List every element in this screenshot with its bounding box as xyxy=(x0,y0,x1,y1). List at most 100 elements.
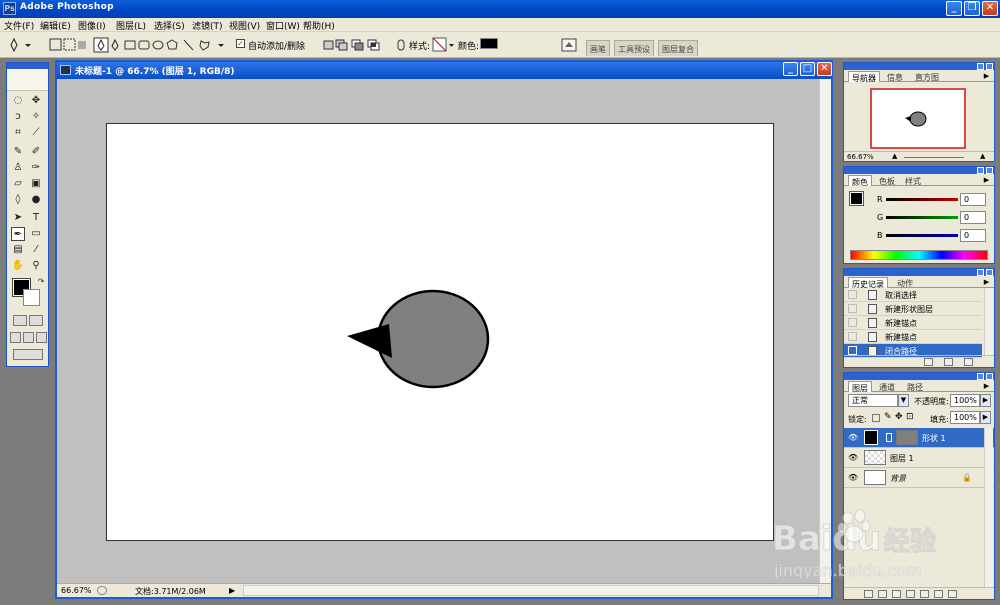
tab-channels[interactable]: 通道 xyxy=(876,381,898,392)
new-document-from-state-icon[interactable] xyxy=(924,358,933,366)
doc-close-icon[interactable]: ✕ xyxy=(817,62,832,76)
tab-paths[interactable]: 路径 xyxy=(904,381,926,392)
blur-tool-icon[interactable]: ◊ xyxy=(11,193,25,207)
zoom-out-icon[interactable]: ▲ xyxy=(892,152,897,160)
history-item[interactable]: 取消选择 xyxy=(844,288,982,302)
delete-state-icon[interactable] xyxy=(964,358,973,366)
history-snapshot-checkbox[interactable] xyxy=(848,304,857,313)
history-snapshot-checkbox[interactable] xyxy=(848,290,857,299)
color-swatch[interactable] xyxy=(480,38,498,49)
palette-menu-icon[interactable]: ▶ xyxy=(982,278,991,286)
delete-layer-icon[interactable] xyxy=(948,590,957,598)
channel-b-slider[interactable] xyxy=(886,234,958,237)
shape-tools-icons[interactable] xyxy=(93,37,233,53)
tab-history[interactable]: 历史记录 xyxy=(848,277,888,289)
adjustment-layer-icon[interactable] xyxy=(906,590,915,598)
lasso-tool-icon[interactable]: ↄ xyxy=(11,110,25,124)
type-tool-icon[interactable]: T xyxy=(29,211,43,225)
shape-artwork[interactable] xyxy=(107,124,775,542)
palette-header[interactable] xyxy=(844,167,994,174)
lock-transparency-icon[interactable] xyxy=(872,414,880,422)
layer-row-shape-1[interactable]: 👁 形状 1 xyxy=(844,428,994,448)
move-tool-icon[interactable]: ✥ xyxy=(29,94,43,108)
fill-arrow-icon[interactable]: ▶ xyxy=(980,411,991,424)
palette-close-icon[interactable] xyxy=(986,63,993,70)
menu-select[interactable]: 选择(S) xyxy=(154,19,185,32)
dodge-tool-icon[interactable]: ● xyxy=(29,193,43,207)
palette-minimize-icon[interactable] xyxy=(977,167,984,174)
canvas-area[interactable] xyxy=(57,79,819,583)
lock-all-icon[interactable]: ⊡ xyxy=(906,412,914,422)
marquee-tool-icon[interactable]: ◌ xyxy=(11,94,25,108)
eraser-tool-icon[interactable]: ▱ xyxy=(11,177,25,191)
layer-row-layer-1[interactable]: 👁 图层 1 xyxy=(844,448,994,468)
doc-maximize-icon[interactable]: □ xyxy=(800,62,815,76)
palette-minimize-icon[interactable] xyxy=(977,373,984,380)
clone-stamp-tool-icon[interactable]: ♙ xyxy=(11,161,25,175)
palette-well-icon[interactable] xyxy=(560,37,580,53)
screen-mode-menu-icon[interactable] xyxy=(23,332,34,343)
zoom-tool-icon[interactable]: ⚲ xyxy=(29,259,43,273)
lock-pixels-icon[interactable]: ✎ xyxy=(884,412,892,422)
palette-minimize-icon[interactable] xyxy=(977,269,984,276)
canvas[interactable] xyxy=(106,123,774,541)
path-selection-tool-icon[interactable]: ➤ xyxy=(11,211,25,225)
link-layers-icon[interactable] xyxy=(864,590,873,598)
blend-mode-select[interactable]: 正常 xyxy=(848,394,898,407)
palette-close-icon[interactable] xyxy=(986,373,993,380)
healing-brush-tool-icon[interactable]: ✎ xyxy=(11,145,25,159)
layer-thumbnail[interactable] xyxy=(864,450,886,465)
photoshop-feather-icon[interactable] xyxy=(7,69,48,91)
palette-close-icon[interactable] xyxy=(986,167,993,174)
tab-actions[interactable]: 动作 xyxy=(894,277,916,288)
pen-tool-preset-icon[interactable] xyxy=(6,37,32,53)
navigator-preview[interactable] xyxy=(870,88,966,149)
lock-position-icon[interactable]: ✥ xyxy=(895,412,903,422)
jump-to-imageready-icon[interactable] xyxy=(13,349,43,360)
blend-mode-arrow-icon[interactable]: ▼ xyxy=(898,394,909,407)
new-group-icon[interactable] xyxy=(920,590,929,598)
palette-menu-icon[interactable]: ▶ xyxy=(982,72,991,80)
zoom-in-icon[interactable]: ▲ xyxy=(980,152,985,160)
notes-tool-icon[interactable]: ▤ xyxy=(11,243,25,257)
layer-row-background[interactable]: 👁 背景 🔒 xyxy=(844,468,994,488)
tab-swatches[interactable]: 色板 xyxy=(876,175,898,186)
status-info-icon[interactable] xyxy=(97,586,107,595)
tab-info[interactable]: 信息 xyxy=(884,71,906,82)
layer-name[interactable]: 背景 xyxy=(890,473,906,484)
history-snapshot-checkbox[interactable] xyxy=(848,318,857,327)
layer-style-icon[interactable] xyxy=(878,590,887,598)
minimize-icon[interactable]: _ xyxy=(946,1,962,16)
style-picker[interactable] xyxy=(432,37,454,53)
tab-histogram[interactable]: 直方图 xyxy=(912,71,942,82)
menu-view[interactable]: 视图(V) xyxy=(229,19,260,32)
history-item[interactable]: 新建锚点 xyxy=(844,316,982,330)
layer-name[interactable]: 图层 1 xyxy=(890,453,914,464)
eyedropper-tool-icon[interactable]: ⁄ xyxy=(29,243,43,257)
auto-add-delete-checkbox[interactable]: ✓ xyxy=(236,39,245,48)
background-color-swatch[interactable] xyxy=(23,289,40,306)
well-layer-comps[interactable]: 图层复合 xyxy=(658,40,698,56)
palette-header[interactable] xyxy=(844,269,994,276)
menu-edit[interactable]: 编辑(E) xyxy=(40,19,71,32)
opacity-input[interactable]: 100% xyxy=(950,394,980,407)
new-snapshot-icon[interactable] xyxy=(944,358,953,366)
document-title-bar[interactable]: 未标题-1 @ 66.7% (图层 1, RGB/8) _ □ ✕ xyxy=(57,62,832,79)
navigator-zoom[interactable]: 66.67% xyxy=(847,153,874,161)
channel-g-slider[interactable] xyxy=(886,216,958,219)
palette-minimize-icon[interactable] xyxy=(977,63,984,70)
history-snapshot-checkbox[interactable] xyxy=(848,346,857,355)
app-title-bar[interactable]: Ps Adobe Photoshop _ ❐ ✕ xyxy=(0,0,1000,18)
channel-b-value[interactable]: 0 xyxy=(960,229,986,242)
fill-input[interactable]: 100% xyxy=(950,411,980,424)
tab-color[interactable]: 颜色 xyxy=(848,175,872,187)
menu-filter[interactable]: 滤镜(T) xyxy=(192,19,223,32)
eye-icon[interactable]: 👁 xyxy=(848,453,858,462)
eye-icon[interactable]: 👁 xyxy=(848,473,858,482)
layer-mask-icon[interactable] xyxy=(892,590,901,598)
palette-menu-icon[interactable]: ▶ xyxy=(982,176,991,184)
palette-header[interactable] xyxy=(844,63,994,70)
close-icon[interactable]: ✕ xyxy=(982,1,998,16)
channel-r-value[interactable]: 0 xyxy=(960,193,986,206)
history-scrollbar[interactable] xyxy=(984,288,993,356)
